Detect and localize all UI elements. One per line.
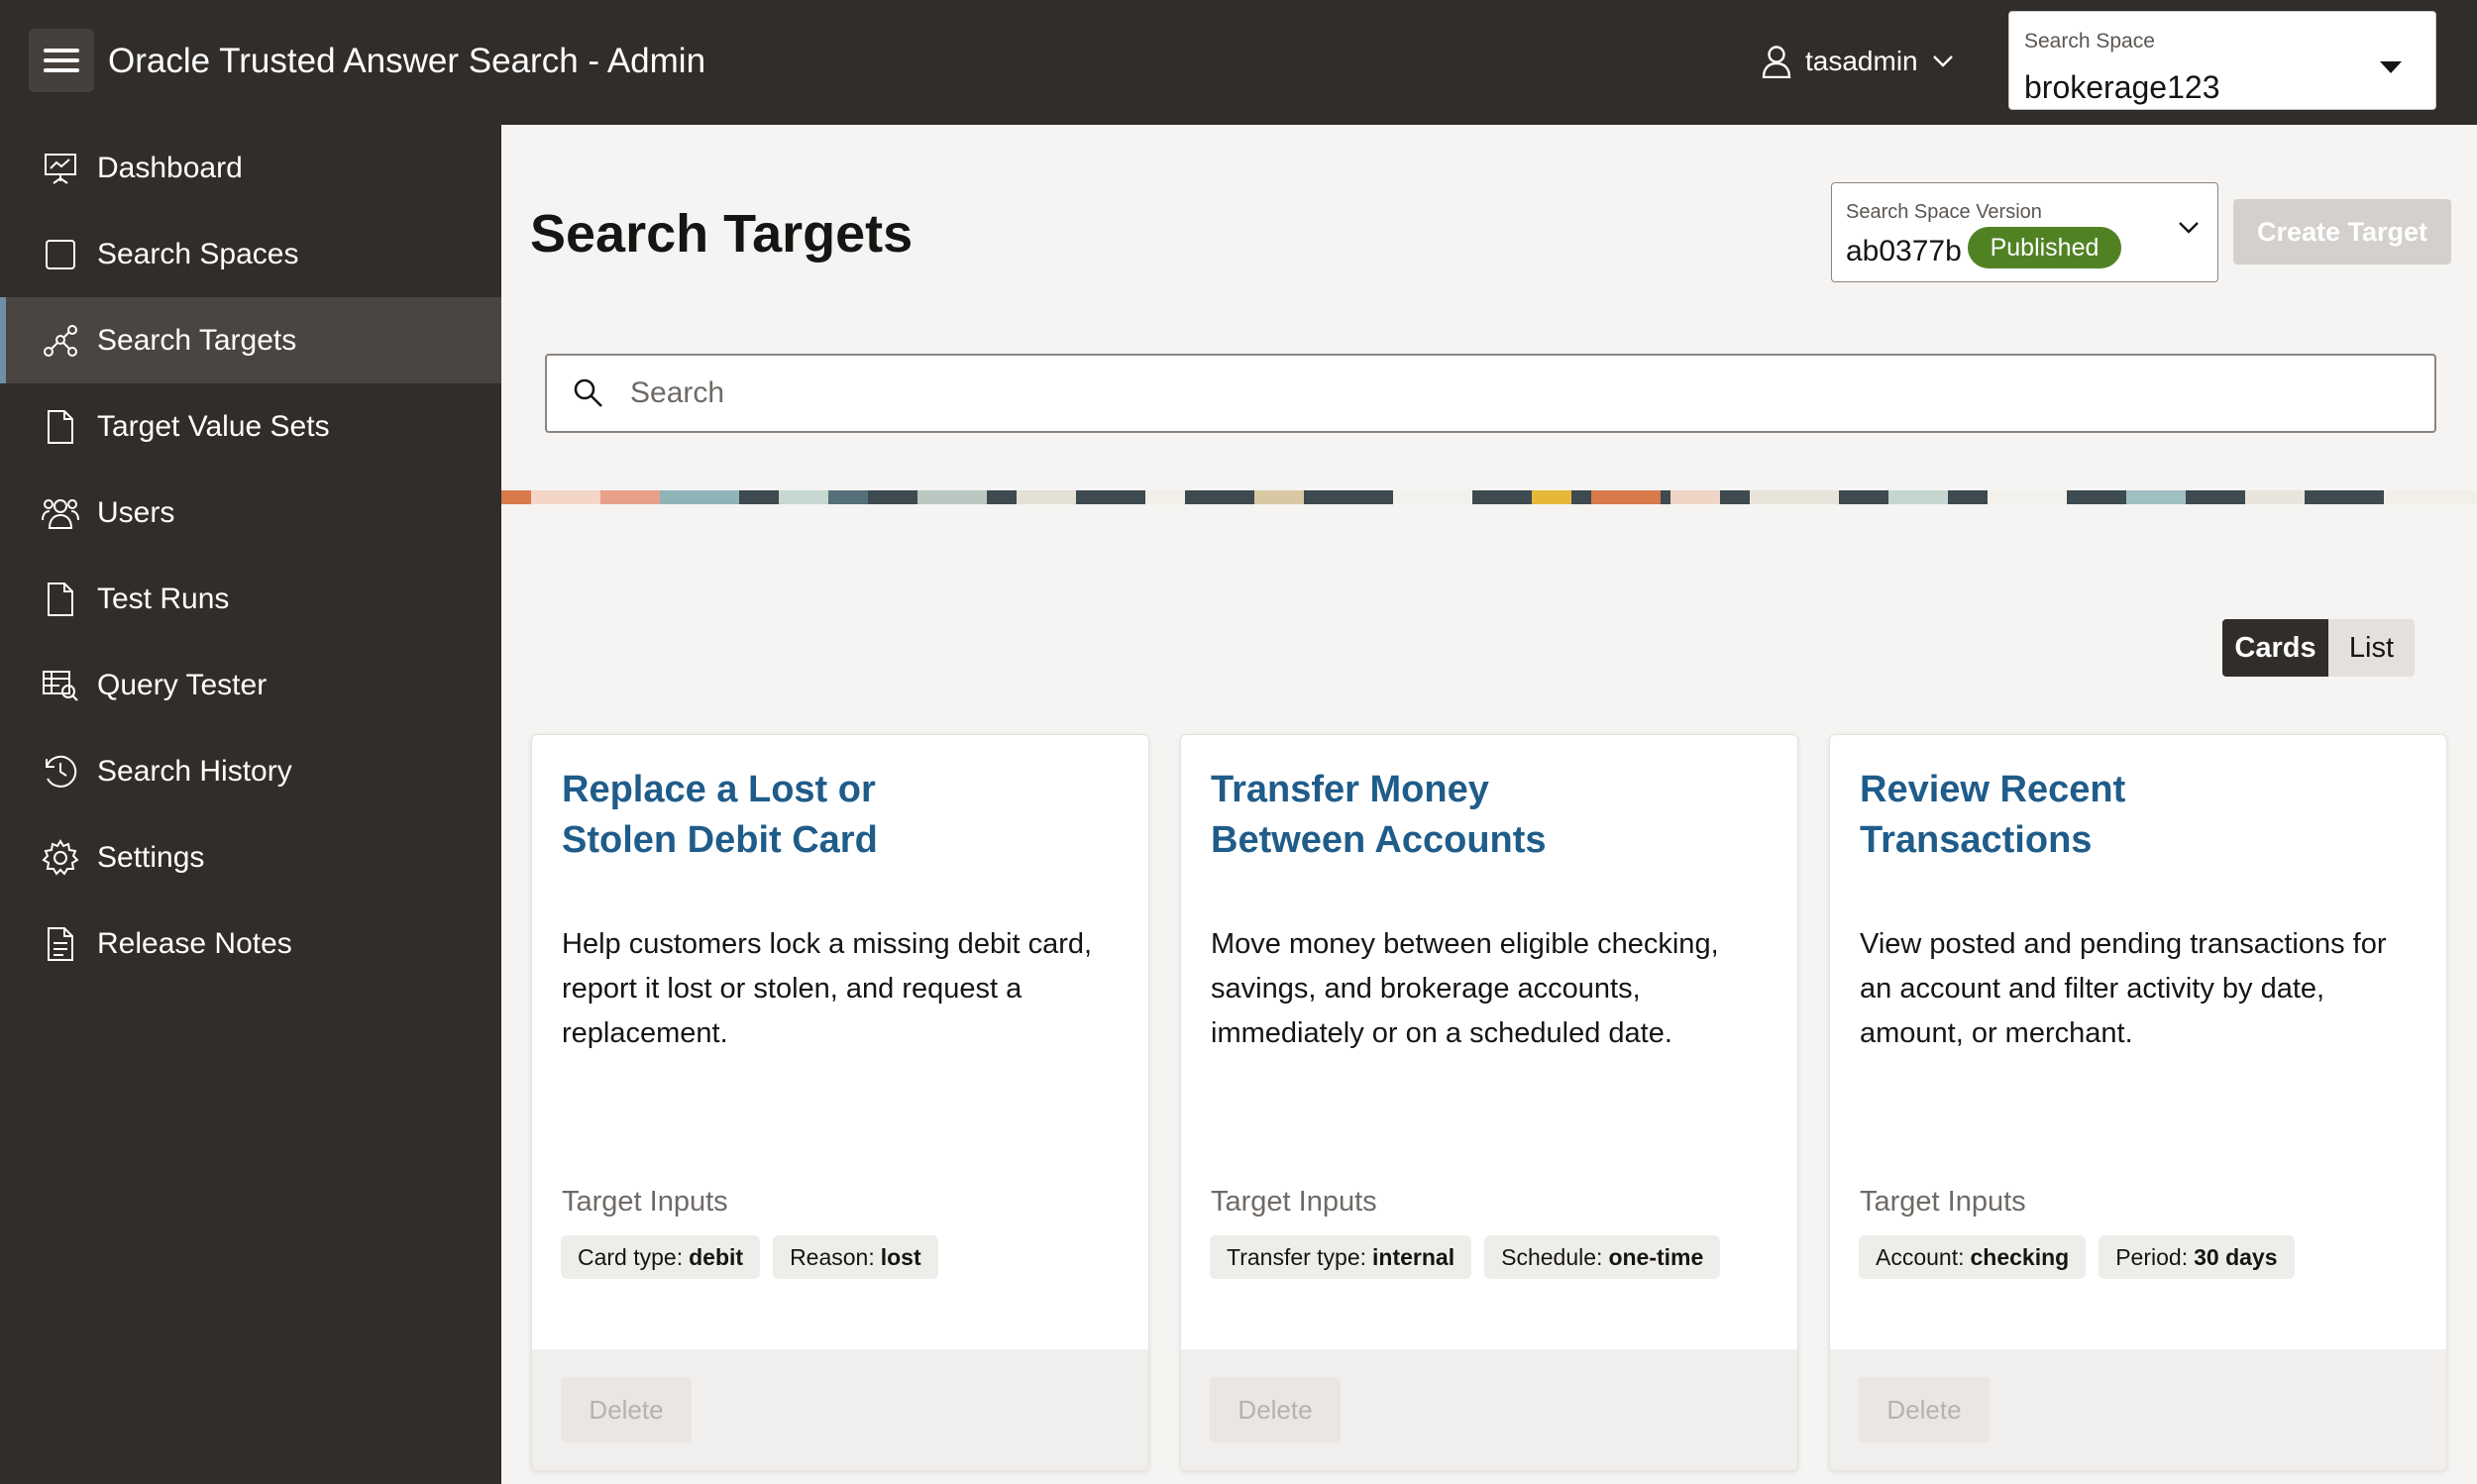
chip-key: Card type: <box>578 1243 684 1270</box>
card-description: View posted and pending transactions for… <box>1860 928 2387 1049</box>
users-icon <box>42 494 79 532</box>
target-input-chip: Reason: lost <box>773 1235 938 1279</box>
target-input-chip: Schedule: one-time <box>1484 1235 1721 1279</box>
sidebar-item-label: Test Runs <box>97 582 230 615</box>
target-inputs-label: Target Inputs <box>562 1186 728 1218</box>
chevron-down-icon <box>2179 222 2199 234</box>
hamburger-icon <box>44 49 79 72</box>
card-title[interactable]: Transfer Money Between Accounts <box>1211 765 1647 866</box>
target-inputs-label: Target Inputs <box>1211 1186 1377 1218</box>
sidebar-item-label: Search Targets <box>97 323 297 357</box>
published-badge: Published <box>1968 227 2121 268</box>
user-menu-button[interactable]: tasadmin <box>1762 40 1968 83</box>
user-icon <box>1762 46 1791 78</box>
sidebar-item-label: Query Tester <box>97 668 268 701</box>
sidebar-item-dashboard[interactable]: Dashboard <box>0 125 501 211</box>
target-input-chip: Card type: debit <box>561 1235 761 1279</box>
card-description: Move money between eligible checking, sa… <box>1211 928 1719 1049</box>
sidebar-item-label: Users <box>97 495 175 529</box>
search-space-select[interactable]: Search Space brokerage123 <box>2008 11 2436 110</box>
list-view-button[interactable]: List <box>2328 619 2415 677</box>
version-label: Search Space Version <box>1846 201 2042 223</box>
query-table-icon <box>42 667 79 704</box>
chip-key: Transfer type: <box>1227 1243 1367 1270</box>
target-input-chip: Transfer type: internal <box>1210 1235 1472 1279</box>
delete-button[interactable]: Delete <box>1210 1377 1341 1442</box>
view-toggle: Cards List <box>2222 619 2415 677</box>
notes-icon <box>42 925 79 963</box>
caret-down-icon <box>2380 61 2402 73</box>
gear-icon <box>42 838 79 877</box>
chip-key: Account: <box>1876 1243 1965 1270</box>
search-field[interactable] <box>545 354 2436 433</box>
delete-button[interactable]: Delete <box>561 1377 692 1442</box>
page-title: Search Targets <box>530 204 914 264</box>
chip-key: Schedule: <box>1501 1243 1603 1270</box>
chip-value: checking <box>1970 1243 2070 1270</box>
card-title[interactable]: Replace a Lost or Stolen Debit Card <box>562 765 998 866</box>
sidebar-item-query-tester[interactable]: Query Tester <box>0 642 501 728</box>
history-icon <box>42 753 79 791</box>
version-value: ab0377b <box>1846 235 1962 267</box>
document-icon <box>42 408 79 446</box>
delete-button[interactable]: Delete <box>1859 1377 1990 1442</box>
sidebar: Dashboard Search Spaces Search Targets T… <box>0 125 501 1484</box>
sidebar-item-label: Dashboard <box>97 151 243 184</box>
sidebar-item-users[interactable]: Users <box>0 470 501 556</box>
search-input[interactable] <box>630 370 2394 417</box>
cards-view-button[interactable]: Cards <box>2222 619 2328 677</box>
username: tasadmin <box>1805 46 1918 76</box>
sidebar-item-release-notes[interactable]: Release Notes <box>0 901 501 987</box>
chip-value: internal <box>1372 1243 1455 1270</box>
target-card[interactable]: Transfer Money Between Accounts Move mon… <box>1180 734 1798 1471</box>
target-card[interactable]: Replace a Lost or Stolen Debit Card Help… <box>531 734 1149 1471</box>
target-input-chips: Transfer type: internal Schedule: one-time <box>1210 1235 1721 1279</box>
document-icon <box>42 581 79 618</box>
search-space-version-select[interactable]: Search Space Version ab0377b Published <box>1831 182 2218 282</box>
sidebar-item-label: Settings <box>97 840 205 874</box>
sidebar-item-test-runs[interactable]: Test Runs <box>0 556 501 642</box>
chip-value: lost <box>880 1243 921 1270</box>
sidebar-item-search-spaces[interactable]: Search Spaces <box>0 211 501 297</box>
hamburger-menu-button[interactable] <box>29 29 94 92</box>
presentation-icon <box>42 150 79 187</box>
target-input-chip: Period: 30 days <box>2099 1235 2295 1279</box>
sidebar-item-target-value-sets[interactable]: Target Value Sets <box>0 383 501 470</box>
chip-value: one-time <box>1608 1243 1704 1270</box>
chip-value: 30 days <box>2194 1243 2278 1270</box>
sidebar-item-search-targets[interactable]: Search Targets <box>0 297 501 383</box>
search-space-label: Search Space <box>2024 30 2155 53</box>
chip-key: Period: <box>2115 1243 2189 1270</box>
square-icon <box>42 236 79 273</box>
sidebar-item-search-history[interactable]: Search History <box>0 728 501 814</box>
sidebar-item-label: Release Notes <box>97 926 292 960</box>
search-space-value: brokerage123 <box>2024 69 2220 105</box>
create-target-button[interactable]: Create Target <box>2233 199 2451 265</box>
sidebar-item-label: Target Value Sets <box>97 409 330 443</box>
sidebar-item-label: Search Spaces <box>97 237 299 270</box>
app-title: Oracle Trusted Answer Search - Admin <box>108 42 706 80</box>
target-input-chip: Account: checking <box>1859 1235 2087 1279</box>
sidebar-item-label: Search History <box>97 754 292 788</box>
chip-value: debit <box>689 1243 744 1270</box>
decorative-banner <box>501 490 2477 504</box>
target-input-chips: Card type: debit Reason: lost <box>561 1235 938 1279</box>
search-icon <box>574 378 602 407</box>
card-description: Help customers lock a missing debit card… <box>562 928 1093 1049</box>
target-inputs-label: Target Inputs <box>1860 1186 2026 1218</box>
card-title[interactable]: Review Recent Transactions <box>1860 765 2296 866</box>
chip-key: Reason: <box>790 1243 875 1270</box>
target-card[interactable]: Review Recent Transactions View posted a… <box>1829 734 2447 1471</box>
sidebar-item-settings[interactable]: Settings <box>0 814 501 901</box>
target-network-icon <box>42 322 79 360</box>
target-input-chips: Account: checking Period: 30 days <box>1859 1235 2295 1279</box>
chevron-down-icon <box>1932 55 1953 67</box>
top-bar: Oracle Trusted Answer Search - Admin tas… <box>0 0 2477 125</box>
